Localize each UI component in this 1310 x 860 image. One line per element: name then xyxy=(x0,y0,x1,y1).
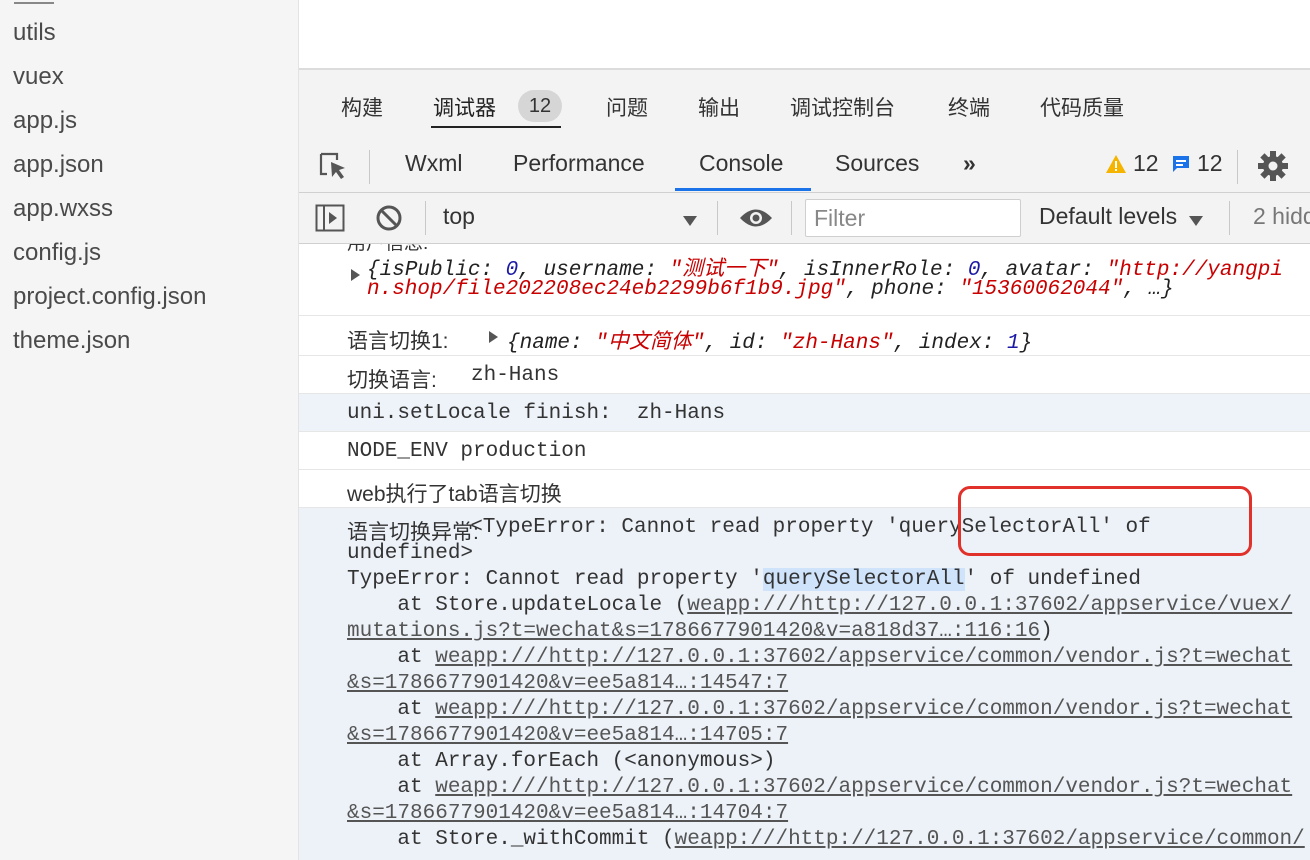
stack-frame: at Store.updateLocale (weapp:///http://1… xyxy=(347,594,1293,617)
live-expression-eye-icon[interactable] xyxy=(739,207,773,234)
log-entry-error: 语言切换异常: <TypeError: Cannot read property… xyxy=(299,508,1310,860)
file-item[interactable]: app.wxss xyxy=(13,194,113,224)
sidebar-toggle-icon[interactable] xyxy=(315,204,345,237)
inspect-element-icon[interactable] xyxy=(317,150,349,187)
tab-console[interactable]: Console xyxy=(699,150,783,177)
stack-frame: at Array.forEach (<anonymous>) xyxy=(347,750,776,773)
stack-frame-continued: &s=1786677901420&v=ee5a814…:14547:7 xyxy=(347,672,788,695)
file-item[interactable]: theme.json xyxy=(13,326,130,356)
file-item[interactable]: app.json xyxy=(13,150,104,180)
filter-input[interactable] xyxy=(805,199,1021,237)
log-message: NODE_ENV production xyxy=(347,440,587,463)
tab-performance[interactable]: Performance xyxy=(513,150,645,177)
settings-gear-icon[interactable] xyxy=(1257,150,1289,187)
stack-frame-continued: mutations.js?t=wechat&s=1786677901420&v=… xyxy=(347,620,1053,643)
debugger-count-badge: 12 xyxy=(518,90,562,122)
divider xyxy=(369,150,370,184)
hidden-messages-count: 2 hidden xyxy=(1253,203,1310,229)
file-item[interactable]: vuex xyxy=(13,62,64,92)
log-label: 切换语言: xyxy=(347,369,437,392)
source-link[interactable]: &s=1786677901420&v=ee5a814…:14547:7 xyxy=(347,672,788,695)
file-explorer: utils vuex app.js app.json app.wxss conf… xyxy=(0,0,299,860)
stack-frame-continued: &s=1786677901420&v=ee5a814…:14705:7 xyxy=(347,724,788,747)
source-link[interactable]: &s=1786677901420&v=ee5a814…:14704:7 xyxy=(347,802,788,825)
log-levels-select[interactable]: Default levels xyxy=(1039,203,1177,230)
chevron-down-icon[interactable] xyxy=(1189,213,1203,231)
tab-output[interactable]: 输出 xyxy=(698,92,740,122)
file-item[interactable]: utils xyxy=(13,18,56,48)
warning-count[interactable]: 12 xyxy=(1133,150,1159,177)
file-item[interactable]: app.js xyxy=(13,106,77,136)
stack-frame: at Store._withCommit (weapp:///http://12… xyxy=(347,828,1305,851)
clear-console-icon[interactable] xyxy=(375,204,403,237)
source-link[interactable]: weapp:///http://127.0.0.1:37602/appservi… xyxy=(687,594,1292,617)
more-tabs-icon[interactable]: » xyxy=(963,150,976,177)
tab-wxml[interactable]: Wxml xyxy=(405,150,462,177)
console-toolbar: top Default levels 2 hidden xyxy=(299,193,1310,244)
message-icon xyxy=(1171,154,1191,179)
active-tab-indicator xyxy=(675,188,811,191)
message-count[interactable]: 12 xyxy=(1197,150,1223,177)
log-message: uni.setLocale finish: zh-Hans xyxy=(347,402,726,425)
file-item[interactable]: config.js xyxy=(13,238,101,268)
warning-icon xyxy=(1105,154,1127,179)
console-output: 用户信息: {isPublic: 0, username: "测试一下", is… xyxy=(299,244,1310,860)
stack-frame-continued: &s=1786677901420&v=ee5a814…:14704:7 xyxy=(347,802,788,825)
stack-frame: at weapp:///http://127.0.0.1:37602/appse… xyxy=(347,646,1293,669)
file-item[interactable]: project.config.json xyxy=(13,282,206,312)
divider xyxy=(717,201,718,235)
source-link[interactable]: weapp:///http://127.0.0.1:37602/appservi… xyxy=(435,646,1292,669)
divider xyxy=(1237,150,1238,184)
tab-build[interactable]: 构建 xyxy=(341,92,383,122)
divider xyxy=(1229,201,1230,235)
source-link[interactable]: weapp:///http://127.0.0.1:37602/appservi… xyxy=(675,828,1305,851)
log-entry: uni.setLocale finish: zh-Hans xyxy=(299,394,1310,432)
stack-frame: at weapp:///http://127.0.0.1:37602/appse… xyxy=(347,698,1293,721)
divider xyxy=(425,201,426,235)
truncated-item xyxy=(14,0,54,4)
log-entry: 语言切换1: {name: "中文简体", id: "zh-Hans", ind… xyxy=(299,316,1310,356)
search-highlight: querySelectorAll xyxy=(762,568,965,591)
tab-debugger[interactable]: 调试器 xyxy=(433,92,496,122)
expand-triangle-icon[interactable] xyxy=(351,269,360,281)
debug-panel: 构建 调试器 12 问题 输出 调试控制台 终端 代码质量 Wxml Perfo… xyxy=(299,70,1310,860)
tab-problems[interactable]: 问题 xyxy=(606,92,648,122)
chevron-down-icon[interactable] xyxy=(683,213,697,231)
tab-code-quality[interactable]: 代码质量 xyxy=(1040,92,1124,122)
log-entry: NODE_ENV production xyxy=(299,432,1310,470)
log-value: zh-Hans xyxy=(471,364,560,387)
source-link[interactable]: weapp:///http://127.0.0.1:37602/appservi… xyxy=(435,776,1292,799)
error-type-line: TypeError: Cannot read property 'querySe… xyxy=(347,568,1141,591)
log-message: web执行了tab语言切换 xyxy=(347,483,562,506)
active-tab-indicator xyxy=(431,126,561,128)
devtools-tab-bar: Wxml Performance Console Sources » 12 12 xyxy=(299,142,1310,193)
source-link[interactable]: mutations.js?t=wechat&s=1786677901420&v=… xyxy=(347,620,1040,643)
error-message-continued: undefined> xyxy=(347,542,474,565)
divider xyxy=(791,201,792,235)
context-select[interactable]: top xyxy=(443,203,475,230)
editor-area xyxy=(299,0,1310,70)
error-message: <TypeError: Cannot read property 'queryS… xyxy=(445,516,1151,539)
ide-tab-bar: 构建 调试器 12 问题 输出 调试控制台 终端 代码质量 xyxy=(299,70,1310,142)
expand-triangle-icon[interactable] xyxy=(489,331,498,343)
tab-debug-console[interactable]: 调试控制台 xyxy=(790,92,895,122)
object-preview-continued: n.shop/file202208ec24eb2299b6f1b9.jpg", … xyxy=(367,278,1174,301)
source-link[interactable]: &s=1786677901420&v=ee5a814…:14705:7 xyxy=(347,724,788,747)
object-preview[interactable]: {name: "中文简体", id: "zh-Hans", index: 1} xyxy=(507,325,1032,355)
log-entry: 切换语言: zh-Hans xyxy=(299,356,1310,394)
log-entry: 用户信息: {isPublic: 0, username: "测试一下", is… xyxy=(299,244,1310,316)
tab-sources[interactable]: Sources xyxy=(835,150,919,177)
tab-terminal[interactable]: 终端 xyxy=(948,92,990,122)
source-link[interactable]: weapp:///http://127.0.0.1:37602/appservi… xyxy=(435,698,1292,721)
log-label: 语言切换1: xyxy=(347,330,449,353)
log-entry: web执行了tab语言切换 xyxy=(299,470,1310,508)
stack-frame: at weapp:///http://127.0.0.1:37602/appse… xyxy=(347,776,1293,799)
